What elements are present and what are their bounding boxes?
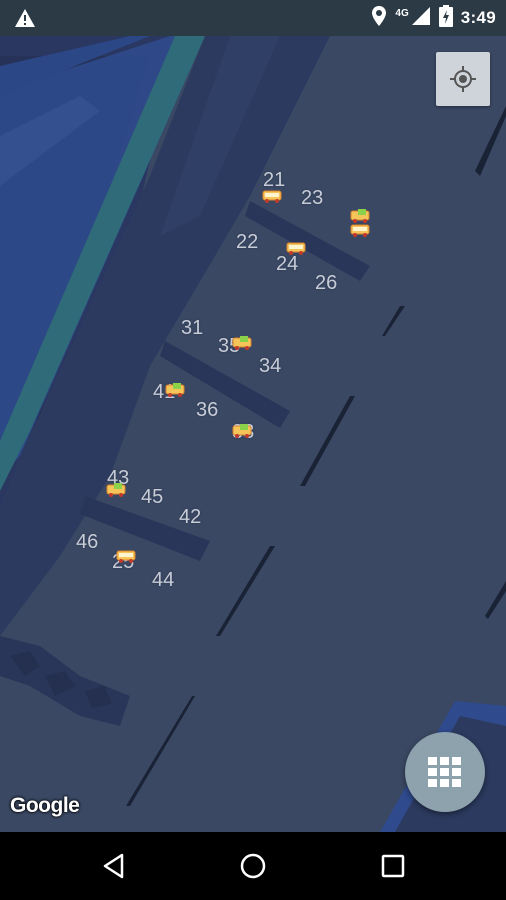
google-attribution: Google: [10, 794, 80, 817]
crosshair-icon: [450, 66, 476, 92]
gate-label: 36: [196, 399, 219, 421]
home-button[interactable]: [233, 848, 273, 884]
poi-pin-icon[interactable]: [116, 548, 136, 564]
gate-label: 42: [179, 506, 202, 528]
gate-label: 26: [315, 272, 338, 294]
recents-button[interactable]: [373, 848, 413, 884]
grid-menu-button[interactable]: [405, 732, 485, 812]
gate-label: 22: [236, 231, 259, 253]
gate-label: 24: [276, 253, 299, 275]
my-location-button[interactable]: [436, 52, 490, 106]
gate-label: 34: [259, 355, 282, 377]
signal-icon: [411, 6, 431, 31]
gate-label: 46: [76, 531, 99, 553]
recents-icon: [381, 854, 405, 878]
gate-label: 31: [181, 317, 204, 339]
poi-pin-icon[interactable]: [350, 222, 370, 238]
map-view[interactable]: 21 23 22 24 26 31 35 34 36 33 41 43 45 4…: [0, 36, 506, 832]
back-icon: [103, 853, 124, 879]
poi-pin-icon[interactable]: [165, 382, 185, 398]
gate-label: 21: [263, 169, 286, 191]
location-pin-icon: [371, 5, 387, 32]
warning-icon: [14, 8, 36, 33]
poi-pin-icon[interactable]: [262, 188, 282, 204]
gate-label: 44: [152, 569, 175, 591]
poi-pin-icon[interactable]: [232, 423, 252, 439]
poi-pin-icon[interactable]: [286, 240, 306, 256]
poi-pin-icon[interactable]: [232, 335, 252, 351]
gate-label: 23: [301, 187, 324, 209]
network-type: 4G: [395, 7, 409, 19]
gate-label: 45: [141, 486, 164, 508]
back-button[interactable]: [93, 848, 133, 884]
poi-pin-icon[interactable]: [106, 482, 126, 498]
home-icon: [240, 853, 266, 879]
grid-icon: [428, 757, 461, 787]
status-bar: 4G 3:49: [0, 0, 506, 36]
clock: 3:49: [460, 8, 496, 27]
navigation-bar: [0, 832, 506, 900]
battery-charging-icon: [438, 4, 453, 32]
